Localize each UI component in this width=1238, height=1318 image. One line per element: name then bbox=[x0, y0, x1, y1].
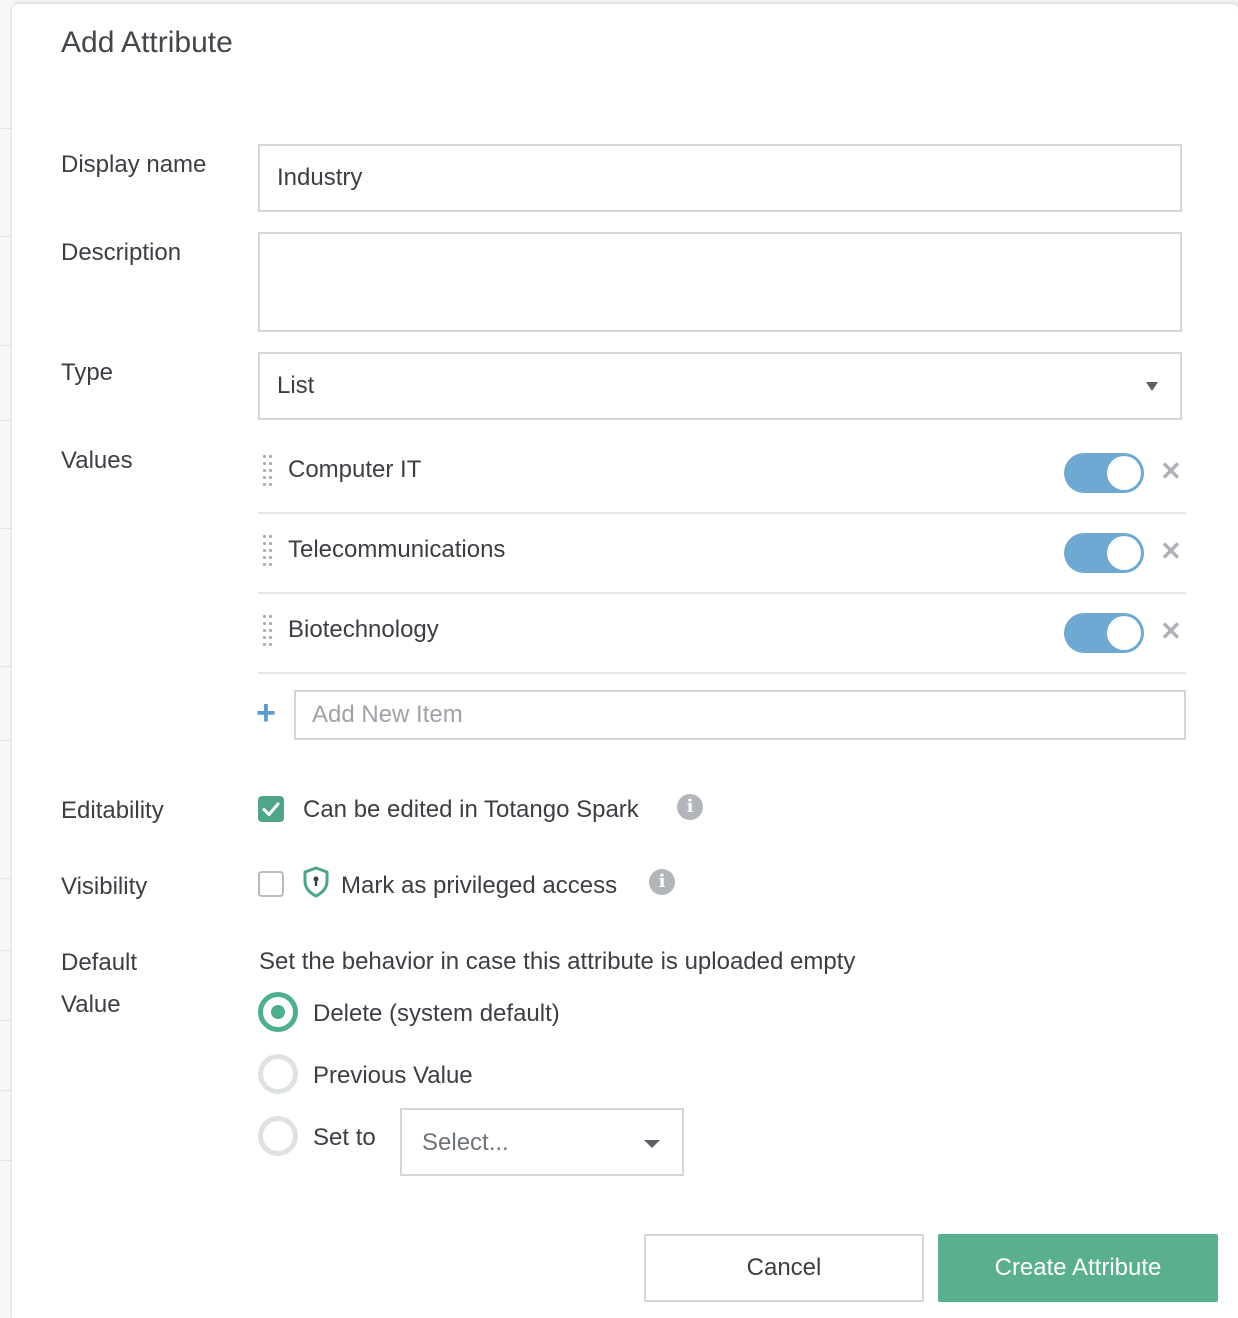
radio-delete-label: Delete (system default) bbox=[313, 1000, 560, 1027]
radio-previous-value[interactable] bbox=[258, 1054, 298, 1094]
background-divider bbox=[0, 236, 12, 237]
background-divider bbox=[0, 128, 12, 129]
create-attribute-button[interactable]: Create Attribute bbox=[938, 1234, 1218, 1302]
shield-icon bbox=[303, 866, 329, 898]
description-label: Description bbox=[61, 239, 182, 266]
radio-delete[interactable] bbox=[258, 992, 298, 1032]
checkmark-icon bbox=[262, 802, 280, 816]
remove-value-icon[interactable]: ✕ bbox=[1160, 616, 1182, 647]
add-new-item-input[interactable] bbox=[294, 690, 1186, 740]
cancel-button[interactable]: Cancel bbox=[644, 1234, 924, 1302]
editability-label: Editability bbox=[61, 797, 164, 824]
value-item-label: Telecommunications bbox=[288, 536, 506, 563]
caret-down-icon bbox=[644, 1140, 660, 1148]
value-enabled-toggle[interactable] bbox=[1064, 453, 1144, 493]
value-item: Telecommunications ✕ bbox=[258, 512, 1186, 594]
add-attribute-dialog: Add Attribute Display name Industry Desc… bbox=[12, 4, 1238, 1318]
display-name-value: Industry bbox=[277, 164, 363, 191]
values-label: Values bbox=[61, 447, 133, 474]
privileged-access-checkbox[interactable] bbox=[258, 871, 284, 897]
drag-handle-icon[interactable] bbox=[263, 615, 273, 649]
editability-checkbox[interactable] bbox=[258, 796, 284, 822]
type-value: List bbox=[277, 372, 315, 399]
set-to-select-value: Select... bbox=[422, 1129, 509, 1156]
visibility-label: Visibility bbox=[61, 873, 148, 900]
display-name-input[interactable]: Industry bbox=[258, 144, 1182, 212]
info-icon[interactable]: i bbox=[677, 794, 703, 820]
privileged-access-text: Mark as privileged access bbox=[341, 872, 618, 899]
background-divider bbox=[0, 345, 12, 346]
display-name-label: Display name bbox=[61, 151, 207, 178]
value-item-label: Biotechnology bbox=[288, 616, 439, 643]
info-icon[interactable]: i bbox=[649, 869, 675, 895]
radio-set-to-label: Set to bbox=[313, 1124, 376, 1151]
type-select[interactable]: List bbox=[258, 352, 1182, 420]
value-item: Biotechnology ✕ bbox=[258, 592, 1186, 674]
background-divider bbox=[0, 1090, 12, 1091]
description-textarea[interactable] bbox=[258, 232, 1182, 332]
drag-handle-icon[interactable] bbox=[263, 455, 273, 489]
value-item-label: Computer IT bbox=[288, 456, 422, 483]
plus-icon[interactable]: + bbox=[256, 693, 276, 733]
caret-down-icon bbox=[1146, 382, 1158, 391]
remove-value-icon[interactable]: ✕ bbox=[1160, 536, 1182, 567]
dialog-title: Add Attribute bbox=[61, 26, 233, 59]
value-enabled-toggle[interactable] bbox=[1064, 613, 1144, 653]
background-divider bbox=[0, 1020, 12, 1021]
value-enabled-toggle[interactable] bbox=[1064, 533, 1144, 573]
type-label: Type bbox=[61, 359, 114, 386]
background-divider bbox=[0, 528, 12, 529]
background-divider bbox=[0, 950, 12, 951]
editability-option-text: Can be edited in Totango Spark bbox=[303, 796, 639, 823]
radio-previous-value-label: Previous Value bbox=[313, 1062, 473, 1089]
background-divider bbox=[0, 420, 12, 421]
set-to-select[interactable]: Select... bbox=[400, 1108, 684, 1176]
drag-handle-icon[interactable] bbox=[263, 535, 273, 569]
background-divider bbox=[0, 740, 12, 741]
default-value-hint: Set the behavior in case this attribute … bbox=[259, 948, 856, 975]
background-divider bbox=[0, 1160, 12, 1161]
toggle-knob bbox=[1107, 456, 1141, 490]
radio-set-to[interactable] bbox=[258, 1116, 298, 1156]
value-item: Computer IT ✕ bbox=[258, 432, 1186, 514]
background-divider bbox=[0, 878, 12, 879]
default-value-label-line1: Default bbox=[61, 949, 138, 976]
default-value-label-line2: Value bbox=[61, 991, 121, 1018]
background-divider bbox=[0, 666, 12, 667]
remove-value-icon[interactable]: ✕ bbox=[1160, 456, 1182, 487]
toggle-knob bbox=[1107, 616, 1141, 650]
toggle-knob bbox=[1107, 536, 1141, 570]
